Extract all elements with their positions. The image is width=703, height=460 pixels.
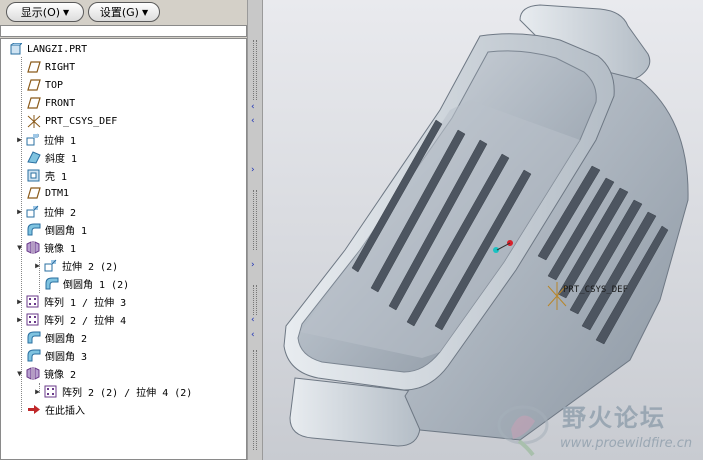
tree-item-label: 倒圆角 3	[45, 351, 88, 363]
expand-right-arrow-icon[interactable]: ›	[251, 165, 255, 175]
mirror-icon	[26, 366, 40, 380]
pattern-icon	[26, 313, 40, 326]
collapse-left-arrow-icon[interactable]: ‹	[251, 330, 255, 340]
tree-item-insert-here[interactable]: 在此插入	[25, 401, 85, 417]
coordinate-system-icon	[27, 114, 41, 128]
tree-item-label: 拉伸 1	[44, 135, 77, 147]
pattern-icon	[44, 385, 58, 398]
tree-item-mirror-2[interactable]: ▼ 镜像 2	[15, 365, 76, 381]
tree-item-label: 倒圆角 1 (2)	[63, 279, 130, 291]
extrude-icon	[44, 259, 58, 272]
tree-item-label: DTM1	[45, 187, 70, 199]
tree-item-right[interactable]: RIGHT	[25, 59, 75, 75]
graphics-viewport[interactable]: PRT_CSYS_DEF	[263, 0, 703, 460]
tree-item-label: 镜像 1	[44, 243, 77, 255]
datum-plane-icon	[27, 61, 41, 74]
datum-plane-icon	[27, 187, 41, 200]
tree-item-pattern-2-copy[interactable]: ▶ 阵列 2 (2) / 拉伸 4 (2)	[33, 383, 192, 399]
tree-item-extrude-1[interactable]: ▶ 拉伸 1	[15, 131, 76, 147]
tree-root-label: LANGZI.PRT	[27, 43, 88, 55]
tree-item-pattern-2[interactable]: ▶ 阵列 2 / 拉伸 4	[15, 311, 126, 327]
shell-icon	[27, 169, 41, 182]
show-menu-button[interactable]: 显示(O) ▼	[6, 2, 84, 22]
tree-item-label: RIGHT	[45, 61, 76, 73]
tree-item-round-1[interactable]: 倒圆角 1	[25, 221, 87, 237]
tree-item-label: FRONT	[45, 97, 76, 109]
settings-menu-button[interactable]: 设置(G) ▼	[88, 2, 160, 22]
collapse-arrow-icon[interactable]: ▼	[15, 369, 24, 378]
tree-item-label: 倒圆角 2	[45, 333, 88, 345]
model-tree-panel: 显示(O) ▼ 设置(G) ▼ LANGZI.PRT RIGHT TOP FRO…	[0, 0, 247, 460]
tree-item-pattern-1[interactable]: ▶ 阵列 1 / 拉伸 3	[15, 293, 126, 309]
dropdown-arrow-icon: ▼	[63, 7, 70, 17]
tree-item-dtm1[interactable]: DTM1	[25, 185, 69, 201]
collapse-left-arrow-icon[interactable]: ‹	[251, 116, 255, 126]
tree-item-label: TOP	[45, 79, 64, 91]
model-tree-toolbar: 显示(O) ▼ 设置(G) ▼	[0, 0, 247, 24]
extrude-icon	[26, 205, 40, 218]
tree-root[interactable]: LANGZI.PRT	[7, 41, 87, 57]
tree-item-label: 阵列 1 / 拉伸 3	[44, 297, 127, 309]
panel-splitter[interactable]: ‹ ‹ › › ‹ ‹	[247, 0, 263, 460]
pattern-icon	[26, 295, 40, 308]
collapse-left-arrow-icon[interactable]: ‹	[251, 315, 255, 325]
csys-annotation: PRT_CSYS_DEF	[563, 285, 629, 295]
draft-icon	[27, 150, 41, 164]
splitter-grip[interactable]	[253, 40, 257, 100]
tree-item-label: 斜度 1	[45, 153, 78, 165]
splitter-grip[interactable]	[253, 285, 257, 315]
basket-3d-model[interactable]	[263, 0, 703, 460]
tree-item-round-3[interactable]: 倒圆角 3	[25, 347, 87, 363]
collapse-left-arrow-icon[interactable]: ‹	[251, 102, 255, 112]
tree-item-shell-1[interactable]: 壳 1	[25, 167, 67, 183]
tree-item-extrude-2[interactable]: ▶ 拉伸 2	[15, 203, 76, 219]
expand-arrow-icon[interactable]: ▶	[33, 387, 42, 396]
settings-menu-label: 设置(G)	[99, 6, 139, 19]
expand-arrow-icon[interactable]: ▶	[15, 297, 24, 306]
tree-item-label: 在此插入	[45, 405, 85, 417]
round-icon	[27, 331, 41, 344]
tree-item-extrude-2-copy[interactable]: ▶ 拉伸 2 (2)	[33, 257, 118, 273]
tree-item-label: 阵列 2 / 拉伸 4	[44, 315, 127, 327]
tree-connector	[21, 57, 22, 412]
tree-item-label: PRT_CSYS_DEF	[45, 115, 118, 127]
datum-plane-icon	[27, 97, 41, 110]
insert-here-arrow-icon	[27, 403, 41, 416]
tree-item-mirror-1[interactable]: ▼ 镜像 1	[15, 239, 76, 255]
tree-filter-field[interactable]	[0, 25, 247, 37]
show-menu-label: 显示(O)	[20, 6, 61, 19]
dropdown-arrow-icon: ▼	[141, 7, 149, 17]
tree-item-round-2[interactable]: 倒圆角 2	[25, 329, 87, 345]
part-icon	[9, 43, 23, 56]
datum-plane-icon	[27, 79, 41, 92]
tree-item-label: 倒圆角 1	[45, 225, 88, 237]
tree-item-round-1-copy[interactable]: 倒圆角 1 (2)	[43, 275, 129, 291]
tree-item-csys[interactable]: PRT_CSYS_DEF	[25, 113, 117, 129]
splitter-grip[interactable]	[253, 350, 257, 450]
watermark-url: www.proewildfire.cn	[560, 436, 693, 451]
expand-arrow-icon[interactable]: ▶	[15, 135, 24, 144]
round-icon	[45, 277, 59, 290]
round-icon	[27, 349, 41, 362]
tree-item-draft-1[interactable]: 斜度 1	[25, 149, 77, 165]
collapse-arrow-icon[interactable]: ▼	[15, 243, 24, 252]
tree-item-label: 阵列 2 (2) / 拉伸 4 (2)	[62, 387, 193, 399]
tree-item-label: 壳 1	[45, 171, 68, 183]
mirror-icon	[26, 240, 40, 254]
expand-right-arrow-icon[interactable]: ›	[251, 260, 255, 270]
extrude-icon	[26, 133, 40, 146]
splitter-grip[interactable]	[253, 190, 257, 250]
tree-item-label: 拉伸 2	[44, 207, 77, 219]
tree-item-label: 镜像 2	[44, 369, 77, 381]
tree-item-front[interactable]: FRONT	[25, 95, 75, 111]
model-tree: LANGZI.PRT RIGHT TOP FRONT PRT_CSYS_DEF …	[0, 38, 247, 460]
tree-item-label: 拉伸 2 (2)	[62, 261, 119, 273]
expand-arrow-icon[interactable]: ▶	[33, 261, 42, 270]
round-icon	[27, 223, 41, 236]
expand-arrow-icon[interactable]: ▶	[15, 315, 24, 324]
tree-item-top[interactable]: TOP	[25, 77, 63, 93]
watermark-title: 野火论坛	[562, 404, 666, 432]
expand-arrow-icon[interactable]: ▶	[15, 207, 24, 216]
